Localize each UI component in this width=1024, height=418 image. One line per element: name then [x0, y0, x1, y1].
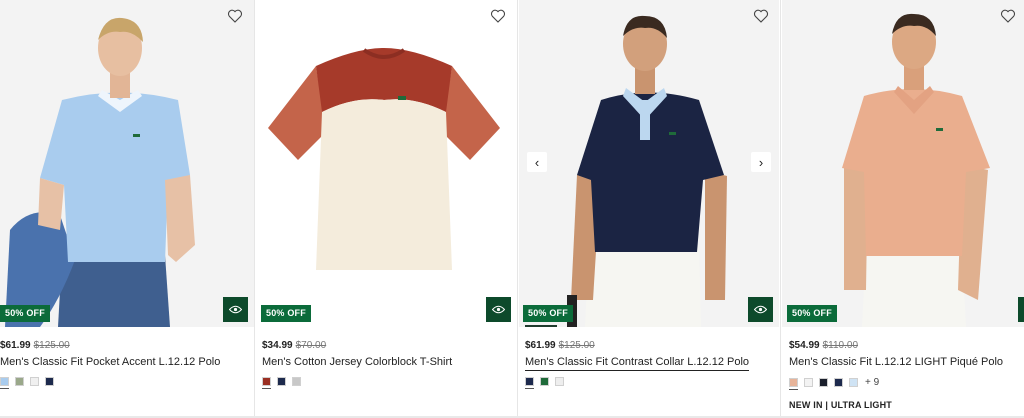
product-name-link[interactable]: Men's Classic Fit L.12.12 LIGHT Piqué Po… [789, 356, 1003, 368]
more-colors-link[interactable]: + 9 [865, 377, 879, 388]
product-card[interactable]: ‹ › 50% OFF $61.99 $125.00 Men's Classic … [519, 0, 779, 418]
product-name-link[interactable]: Men's Classic Fit Pocket Accent L.12.12 … [0, 356, 220, 368]
quick-view-button[interactable] [486, 297, 511, 322]
product-card[interactable]: 50% OFF $54.99 $110.00 Men's Classic Fit … [782, 0, 1024, 418]
color-swatch[interactable] [30, 377, 39, 386]
chevron-left-icon: ‹ [534, 154, 540, 170]
color-swatch[interactable] [540, 377, 549, 386]
product-price: $61.99 $125.00 [0, 340, 70, 351]
wishlist-heart-icon[interactable] [227, 8, 243, 24]
product-photo-peach-polo [782, 0, 1024, 327]
product-card[interactable]: 50% OFF $61.99 $125.00 Men's Classic Fit … [0, 0, 254, 418]
card-divider [254, 0, 255, 418]
product-price: $54.99 $110.00 [789, 340, 858, 351]
carousel-prev-button[interactable]: ‹ [527, 152, 547, 172]
product-image[interactable] [519, 0, 779, 327]
quick-view-button[interactable] [748, 297, 773, 322]
card-divider [780, 0, 781, 418]
color-swatch[interactable] [555, 377, 564, 386]
next-card-quick-view-edge [1018, 297, 1024, 322]
color-swatches [0, 377, 54, 389]
carousel-progress-bar [525, 325, 557, 327]
color-swatch[interactable] [789, 378, 798, 390]
eye-icon [491, 301, 506, 319]
color-swatch[interactable] [15, 377, 24, 386]
original-price: $125.00 [33, 340, 70, 351]
color-swatch[interactable] [45, 377, 54, 386]
eye-icon [753, 301, 768, 319]
wishlist-heart-icon[interactable] [490, 8, 506, 24]
product-photo-navy-contrast-polo [519, 0, 779, 327]
product-image[interactable] [256, 0, 516, 327]
product-name-link[interactable]: Men's Classic Fit Contrast Collar L.12.1… [525, 356, 750, 371]
color-swatches [525, 377, 564, 389]
quick-view-button[interactable] [223, 297, 248, 322]
product-image[interactable] [0, 0, 254, 327]
original-price: $70.00 [295, 340, 327, 351]
color-swatch[interactable] [0, 377, 9, 389]
color-swatch[interactable] [525, 377, 534, 389]
product-name-link[interactable]: Men's Cotton Jersey Colorblock T-Shirt [262, 356, 452, 368]
product-image[interactable] [782, 0, 1024, 327]
product-price: $34.99 $70.00 [262, 340, 326, 351]
color-swatch[interactable] [804, 378, 813, 387]
original-price: $125.00 [558, 340, 595, 351]
chevron-right-icon: › [758, 154, 764, 170]
discount-badge: 50% OFF [261, 305, 311, 322]
wishlist-heart-icon[interactable] [753, 8, 769, 24]
color-swatch[interactable] [292, 377, 301, 386]
discount-badge: 50% OFF [0, 305, 50, 322]
sale-price: $54.99 [789, 340, 820, 351]
discount-badge: 50% OFF [787, 305, 837, 322]
sale-price: $61.99 [525, 340, 556, 351]
carousel-next-button[interactable]: › [751, 152, 771, 172]
product-tagline: NEW IN | ULTRA LIGHT [789, 400, 893, 410]
color-swatch[interactable] [262, 377, 271, 389]
color-swatch[interactable] [849, 378, 858, 387]
color-swatches: + 9 [789, 377, 879, 390]
original-price: $110.00 [822, 340, 858, 351]
product-price: $61.99 $125.00 [525, 340, 595, 351]
wishlist-heart-icon[interactable] [1000, 8, 1016, 24]
color-swatches [262, 377, 301, 389]
product-photo-colorblock-tshirt [256, 0, 516, 327]
color-swatch[interactable] [819, 378, 828, 387]
color-swatch[interactable] [834, 378, 843, 387]
sale-price: $34.99 [262, 340, 293, 351]
eye-icon [228, 301, 243, 319]
sale-price: $61.99 [0, 340, 31, 351]
product-card[interactable]: 50% OFF $34.99 $70.00 Men's Cotton Jersey… [256, 0, 516, 418]
card-divider [517, 0, 518, 418]
color-swatch[interactable] [277, 377, 286, 386]
discount-badge: 50% OFF [523, 305, 573, 322]
product-photo-polo-light-blue [0, 0, 254, 327]
